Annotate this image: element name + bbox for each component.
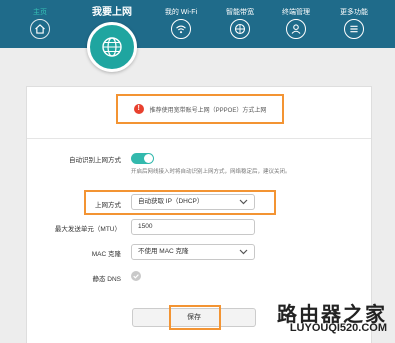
nav-internet-label: 我要上网 — [92, 7, 132, 18]
nav-item-more[interactable]: 更多功能 — [324, 8, 384, 39]
chevron-down-icon — [239, 249, 248, 255]
nav-home-label: 主页 — [33, 9, 47, 16]
nav-item-terminal[interactable]: 终端管理 — [266, 8, 326, 39]
connection-type-select[interactable]: 自动获取 IP（DHCP） — [131, 194, 255, 210]
static-dns-label: 静态 DNS — [92, 276, 121, 283]
nav-more-label: 更多功能 — [340, 9, 368, 16]
mac-clone-select[interactable]: 不使用 MAC 克隆 — [131, 244, 255, 260]
connection-type-label: 上网方式 — [95, 202, 121, 209]
nav-item-internet[interactable] — [87, 22, 137, 72]
menu-icon — [344, 19, 364, 39]
watermark-url: LUYOUQI520.COM — [289, 322, 387, 334]
globe-icon — [102, 37, 122, 57]
mac-clone-label: MAC 克隆 — [91, 251, 121, 258]
checkmark-icon — [133, 274, 139, 279]
bandwidth-icon — [230, 19, 250, 39]
nav-bandwidth-label: 智能带宽 — [226, 9, 254, 16]
nav-wifi-label: 我的 Wi-Fi — [164, 9, 198, 16]
top-navigation-bar: 主页 我的 Wi-Fi 智能带宽 终端管理 更多功能 我要上网 — [0, 0, 395, 48]
chevron-down-icon — [239, 199, 248, 205]
notice-text: 推荐使用宽带账号上网（PPPOE）方式上网 — [149, 107, 267, 114]
auto-detect-toggle[interactable] — [131, 153, 154, 164]
nav-terminal-label: 终端管理 — [282, 9, 310, 16]
auto-detect-label: 自动识别上网方式 — [69, 157, 121, 164]
wifi-icon — [171, 19, 191, 39]
save-highlight — [169, 305, 221, 330]
mac-clone-value: 不使用 MAC 克隆 — [138, 248, 189, 255]
toggle-knob — [144, 154, 153, 163]
recommendation-notice: ! 推荐使用宽带账号上网（PPPOE）方式上网 — [116, 94, 284, 124]
nav-item-wifi[interactable]: 我的 Wi-Fi — [151, 8, 211, 39]
home-icon — [30, 19, 50, 39]
auto-detect-hint: 开启后网线接入时将自动识别上网方式，网络稳定后，建议关闭。 — [131, 169, 291, 175]
static-dns-checkbox[interactable] — [131, 271, 141, 281]
nav-item-bandwidth[interactable]: 智能带宽 — [210, 8, 270, 39]
user-icon — [286, 19, 306, 39]
section-divider — [27, 138, 371, 139]
mtu-value: 1500 — [138, 223, 153, 230]
nav-item-home[interactable]: 主页 — [10, 8, 70, 39]
warning-icon: ! — [133, 104, 144, 114]
mtu-label: 最大发送单元（MTU） — [54, 226, 121, 233]
mtu-input[interactable]: 1500 — [131, 219, 255, 235]
connection-type-value: 自动获取 IP（DHCP） — [138, 198, 204, 205]
